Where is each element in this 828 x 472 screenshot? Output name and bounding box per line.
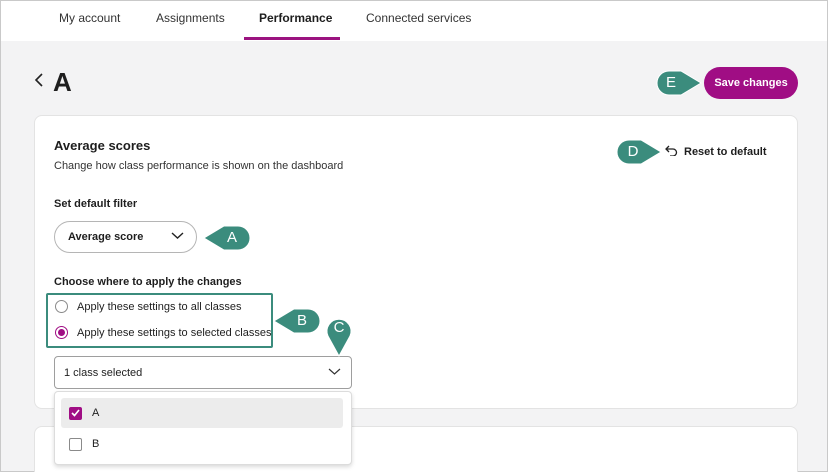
top-nav: My account Assignments Performance Conne…	[1, 1, 827, 41]
reset-label: Reset to default	[684, 146, 767, 158]
filter-label: Set default filter	[54, 198, 138, 210]
chevron-down-icon	[328, 367, 341, 379]
radio-selected-classes[interactable]: Apply these settings to selected classes	[55, 326, 271, 339]
tab-assignments[interactable]: Assignments	[156, 11, 225, 25]
checkbox[interactable]	[69, 437, 82, 451]
callout-c: C	[324, 314, 354, 363]
tab-connected-services[interactable]: Connected services	[366, 11, 471, 25]
class-option-b[interactable]: B	[61, 429, 343, 459]
class-option-a[interactable]: A	[61, 398, 343, 428]
radio-all-classes[interactable]: Apply these settings to all classes	[55, 300, 241, 313]
reset-to-default-link[interactable]: Reset to default	[665, 145, 767, 159]
active-tab-indicator	[244, 37, 340, 40]
callout-a: A	[203, 224, 252, 257]
radio-label: Apply these settings to all classes	[77, 300, 242, 313]
class-select-value: 1 class selected	[64, 366, 143, 379]
class-dropdown-list: A B	[54, 391, 352, 465]
radio-button[interactable]	[55, 300, 68, 313]
class-option-label: B	[92, 438, 100, 450]
card-subtitle: Change how class performance is shown on…	[54, 160, 344, 172]
class-select[interactable]: 1 class selected	[54, 356, 352, 389]
save-changes-button[interactable]: Save changes	[704, 67, 798, 99]
tab-my-account[interactable]: My account	[59, 11, 120, 25]
apply-changes-label: Choose where to apply the changes	[54, 276, 242, 288]
callout-d: D	[615, 138, 663, 171]
undo-arrow-icon	[665, 145, 678, 159]
default-filter-select[interactable]: Average score	[54, 221, 197, 253]
callout-e: E	[655, 69, 703, 102]
checkbox-checked[interactable]	[69, 406, 82, 420]
chevron-down-icon	[171, 231, 184, 243]
page-title: A	[53, 67, 72, 97]
radio-button-checked[interactable]	[55, 326, 68, 339]
callout-b: B	[273, 307, 322, 340]
tab-performance[interactable]: Performance	[259, 11, 332, 25]
filter-value: Average score	[68, 231, 144, 243]
class-option-label: A	[92, 407, 100, 419]
card-title: Average scores	[54, 138, 151, 153]
back-chevron-icon[interactable]	[34, 73, 44, 92]
radio-label: Apply these settings to selected classes	[77, 326, 272, 339]
